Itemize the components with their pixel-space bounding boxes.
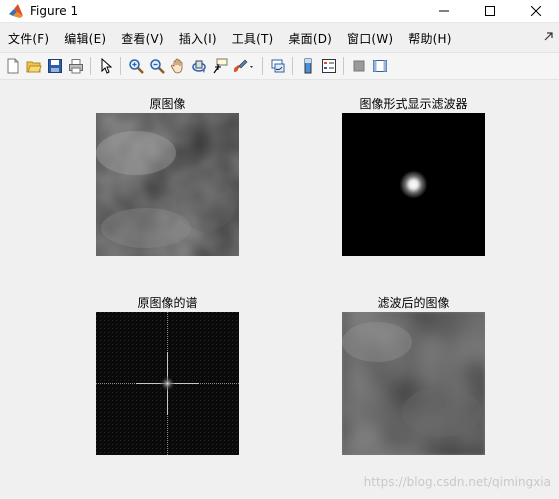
colorbar-button[interactable]: [297, 55, 318, 77]
menu-tools[interactable]: 工具(T): [224, 30, 281, 47]
rotate-3d-icon: [191, 60, 206, 73]
open-file-button[interactable]: [23, 55, 44, 77]
figure-toolbar: [0, 52, 559, 80]
save-icon: [47, 59, 62, 73]
toolbar-separator: [90, 57, 91, 75]
minimize-icon: [439, 10, 449, 12]
pan-button[interactable]: [167, 55, 188, 77]
axes-title: 滤波后的图像: [377, 296, 450, 310]
menu-view[interactable]: 查看(V): [113, 30, 171, 47]
menu-help[interactable]: 帮助(H): [400, 30, 458, 47]
matlab-icon: [9, 4, 23, 18]
menu-desktop[interactable]: 桌面(D): [280, 30, 339, 47]
new-figure-icon: [7, 58, 18, 74]
maximize-icon: [485, 6, 495, 16]
rotate-3d-button[interactable]: [188, 55, 209, 77]
select-arrow-icon: [101, 58, 112, 74]
close-icon: [531, 6, 541, 16]
link-plot-button[interactable]: [267, 55, 288, 77]
link-plot-icon: [271, 59, 284, 73]
save-button[interactable]: [44, 55, 65, 77]
spectrum-image: [96, 312, 239, 455]
select-arrow-button[interactable]: [95, 55, 116, 77]
title-bar: Figure 1: [0, 0, 559, 23]
legend-button[interactable]: [318, 55, 339, 77]
minimize-button[interactable]: [421, 0, 467, 22]
close-button[interactable]: [513, 0, 559, 22]
print-icon: [68, 59, 83, 74]
print-button[interactable]: [65, 55, 86, 77]
zoom-out-button[interactable]: [146, 55, 167, 77]
open-file-icon: [26, 61, 42, 73]
menu-window[interactable]: 窗口(W): [339, 30, 400, 47]
dock-arrow-icon[interactable]: [543, 30, 555, 42]
menu-file[interactable]: 文件(F): [0, 30, 56, 47]
hide-plot-tools-button[interactable]: [348, 55, 369, 77]
original-image: [96, 113, 239, 256]
maximize-button[interactable]: [467, 0, 513, 22]
filter-image: [342, 113, 485, 256]
filtered-image: [342, 312, 485, 455]
menu-insert[interactable]: 插入(I): [171, 30, 224, 47]
toolbar-separator: [262, 57, 263, 75]
toolbar-separator: [343, 57, 344, 75]
window-title: Figure 1: [30, 4, 79, 18]
axes-title: 原图像: [149, 97, 186, 111]
show-plot-tools-icon: [372, 60, 387, 72]
new-figure-button[interactable]: [2, 55, 23, 77]
axes-title: 原图像的谱: [137, 296, 198, 310]
zoom-in-button[interactable]: [125, 55, 146, 77]
zoom-out-icon: [149, 59, 165, 74]
menu-bar: 文件(F) 编辑(E) 查看(V) 插入(I) 工具(T) 桌面(D) 窗口(W…: [0, 27, 559, 49]
hide-plot-tools-icon: [353, 60, 364, 72]
figure-canvas[interactable]: 原图像 图像形式显示滤波器 原图像的谱 滤波后的图像 https://blog.…: [0, 80, 559, 499]
brush-icon: [234, 59, 253, 72]
legend-icon: [321, 59, 336, 73]
brush-button[interactable]: [230, 55, 258, 77]
menu-edit[interactable]: 编辑(E): [56, 30, 113, 47]
axes-title: 图像形式显示滤波器: [359, 97, 468, 111]
zoom-in-icon: [128, 59, 144, 74]
show-plot-tools-button[interactable]: [369, 55, 390, 77]
window-controls: [421, 0, 559, 22]
data-cursor-icon: [213, 58, 227, 74]
colorbar-icon: [304, 58, 311, 74]
pan-icon: [170, 58, 182, 74]
toolbar-separator: [120, 57, 121, 75]
watermark: https://blog.csdn.net/qimingxia: [363, 475, 551, 489]
toolbar-separator: [292, 57, 293, 75]
data-cursor-button[interactable]: [209, 55, 230, 77]
